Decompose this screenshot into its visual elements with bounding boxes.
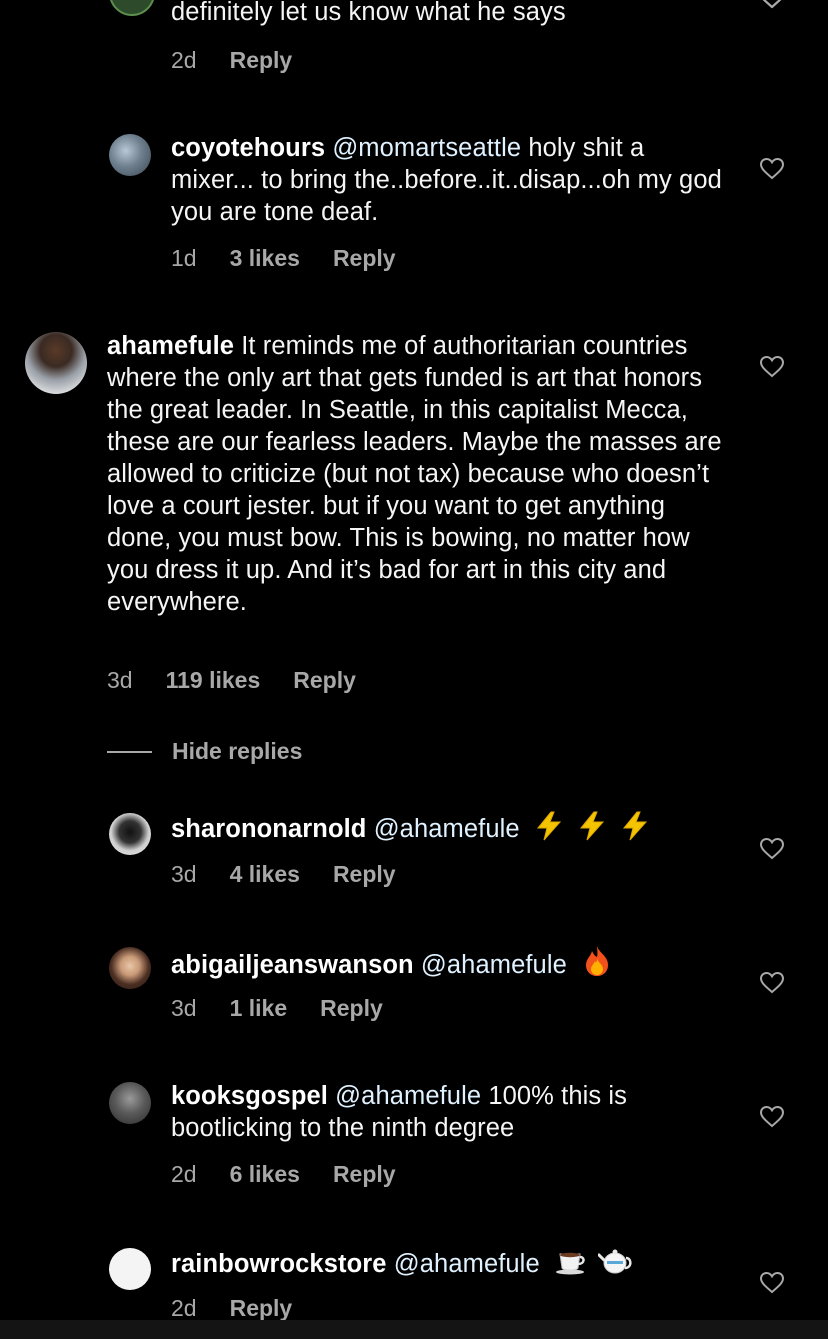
comment-username[interactable]: abigailjeanswanson xyxy=(171,951,414,979)
fire-emoji-icon xyxy=(586,946,609,976)
comment-likes[interactable]: 1 like xyxy=(230,995,288,1022)
comment-text: It reminds me of authoritarian countries… xyxy=(107,332,722,616)
comment-time: 2d xyxy=(171,1161,197,1187)
heart-icon[interactable] xyxy=(760,1272,784,1294)
comment-time: 2d xyxy=(171,47,197,73)
comment-likes[interactable]: 4 likes xyxy=(230,861,300,888)
comment-username[interactable]: coyotehours xyxy=(171,134,325,162)
comment-username[interactable]: kooksgospel xyxy=(171,1082,328,1110)
hide-replies-button[interactable]: Hide replies xyxy=(107,738,302,765)
lightning-emoji-icon xyxy=(536,811,561,841)
avatar[interactable] xyxy=(109,1082,151,1124)
comment-mention[interactable]: @ahamefule xyxy=(421,951,567,979)
comment-mention[interactable]: @ahamefule xyxy=(394,1250,540,1278)
comment-time: 3d xyxy=(171,861,197,887)
reply-button[interactable]: Reply xyxy=(333,245,396,272)
heart-icon[interactable] xyxy=(760,838,784,860)
comment-text: definitely let us know what he says xyxy=(171,0,566,26)
heart-icon[interactable] xyxy=(760,356,784,378)
hide-replies-label: Hide replies xyxy=(172,738,303,764)
coffee-emoji-icon xyxy=(555,1252,585,1275)
comment-likes[interactable]: 6 likes xyxy=(230,1161,300,1188)
comment-time: 1d xyxy=(171,245,197,271)
comment-likes[interactable]: 3 likes xyxy=(230,245,300,272)
comment-likes[interactable]: 119 likes xyxy=(166,667,261,694)
comment-time: 3d xyxy=(171,995,197,1021)
comment-time: 2d xyxy=(171,1295,197,1321)
chevron-down-icon[interactable] xyxy=(760,0,784,14)
bottom-bar xyxy=(0,1320,828,1339)
reply-button[interactable]: Reply xyxy=(320,995,383,1022)
divider-line xyxy=(107,750,152,753)
heart-icon[interactable] xyxy=(760,972,784,994)
lightning-emoji-icon xyxy=(579,811,605,841)
comment-username[interactable]: rainbowrockstore xyxy=(171,1250,387,1278)
reply-button[interactable]: Reply xyxy=(293,667,356,694)
comment-time: 3d xyxy=(107,667,133,693)
heart-icon[interactable] xyxy=(760,1106,784,1128)
reply-button[interactable]: Reply xyxy=(230,1295,293,1322)
teapot-emoji-icon xyxy=(598,1249,632,1274)
avatar[interactable] xyxy=(25,332,87,394)
comment-mention[interactable]: @momartseattle xyxy=(332,134,521,162)
reply-button[interactable]: Reply xyxy=(333,861,396,888)
avatar[interactable] xyxy=(109,0,155,16)
comment-username[interactable]: sharononarnold xyxy=(171,815,367,843)
avatar[interactable] xyxy=(109,1248,151,1290)
comment-mention[interactable]: @ahamefule xyxy=(335,1082,481,1110)
lightning-emoji-icon xyxy=(623,811,648,841)
reply-button[interactable]: Reply xyxy=(230,47,293,74)
avatar[interactable] xyxy=(109,947,151,989)
heart-icon[interactable] xyxy=(760,158,784,180)
comment-username[interactable]: ahamefule xyxy=(107,332,234,360)
reply-button[interactable]: Reply xyxy=(333,1161,396,1188)
comment-mention[interactable]: @ahamefule xyxy=(374,815,520,843)
avatar[interactable] xyxy=(109,134,151,176)
avatar[interactable] xyxy=(109,813,151,855)
